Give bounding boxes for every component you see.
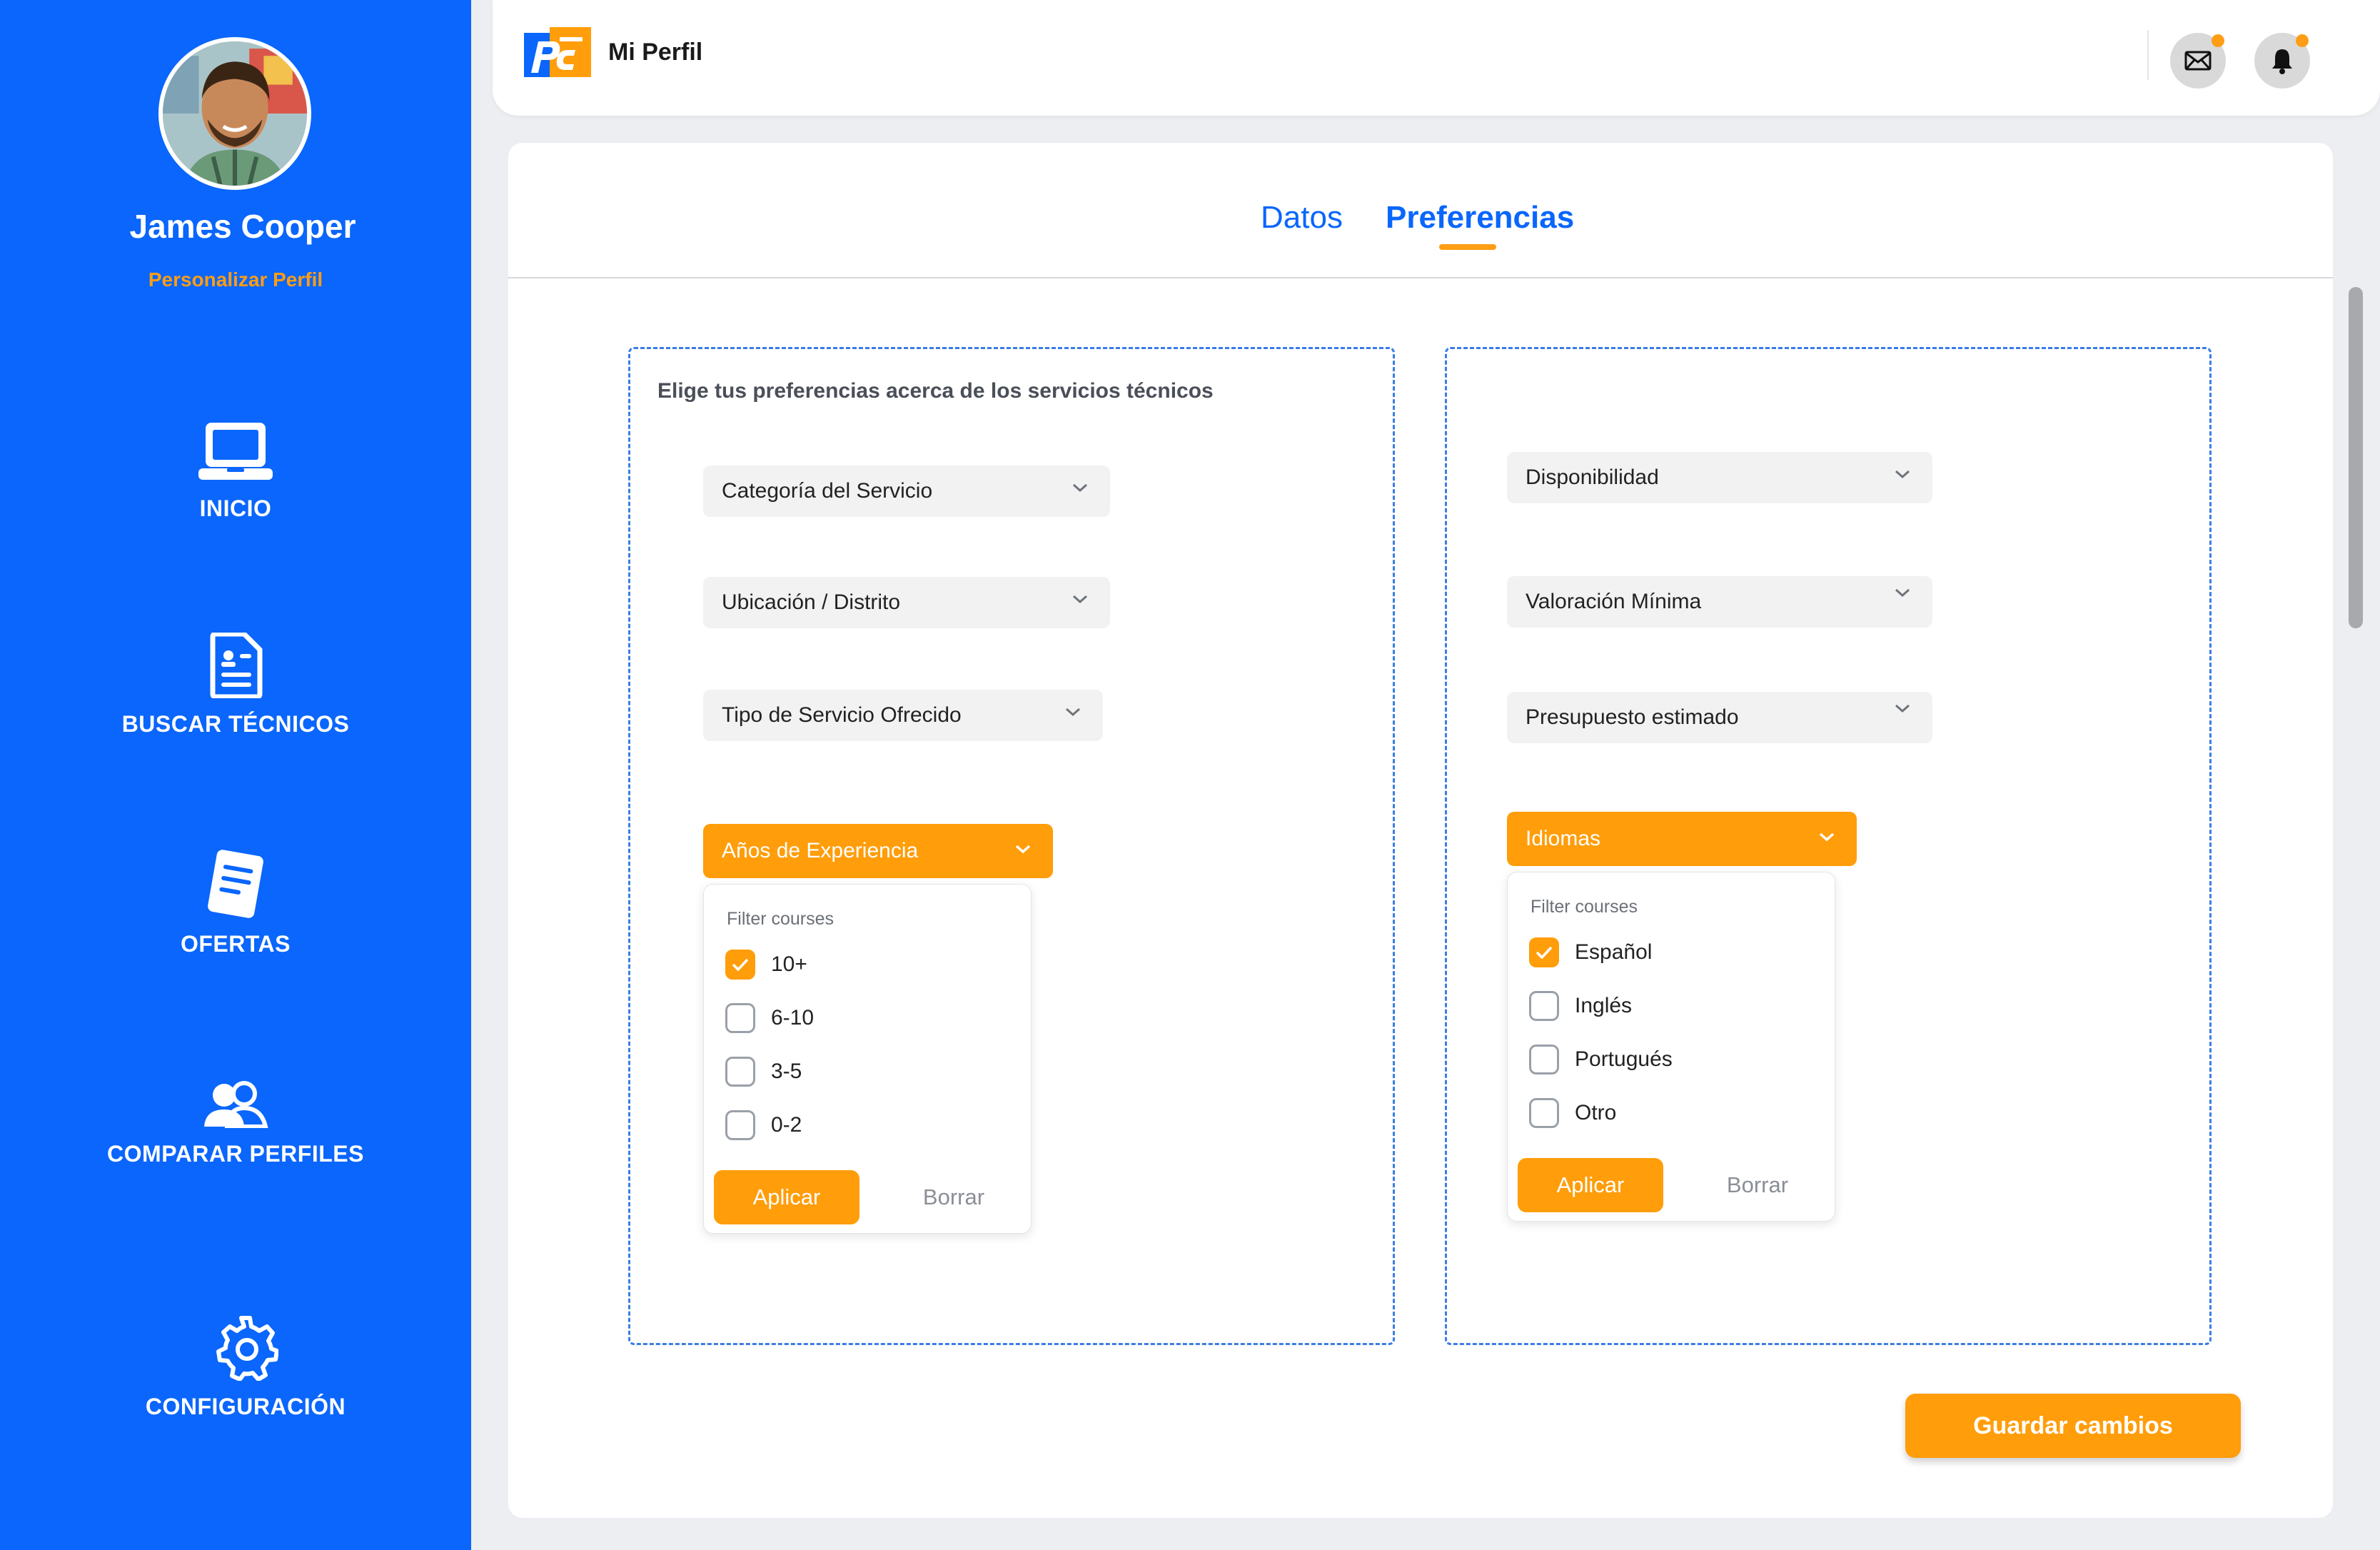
estimated-budget-select[interactable]: Presupuesto estimado [1507,692,1932,743]
tabs-divider [508,277,2333,278]
service-category-select[interactable]: Categoría del Servicio [703,465,1110,517]
app-logo[interactable] [524,27,591,80]
availability-preferences-panel: Disponibilidad Valoración Mínima Presupu… [1445,347,2212,1345]
profile-tabs: Datos Preferencias [508,200,2333,278]
chevron-down-icon [1015,845,1031,854]
nav-label-comparar-perfiles: COMPARAR PERFILES [107,1141,364,1167]
select-label: Idiomas [1526,827,1601,850]
checkbox[interactable] [725,1110,755,1140]
apply-button[interactable]: Aplicar [1518,1158,1663,1212]
user-name: James Cooper [129,208,356,245]
nav-item-inicio[interactable]: INICIO [0,421,471,522]
filter-input[interactable]: Filter courses [727,909,834,930]
preferences-card: Datos Preferencias Elige tus preferencia… [508,143,2333,1518]
checkbox[interactable] [1529,1045,1559,1075]
technical-services-preferences-panel: Elige tus preferencias acerca de los ser… [628,347,1395,1345]
experience-years-select[interactable]: Años de Experiencia [703,824,1053,878]
document-icon [210,633,263,698]
minimum-rating-select[interactable]: Valoración Mínima [1507,576,1932,628]
laptop-icon [198,423,273,480]
chevron-down-icon [1895,588,1910,598]
nav-item-ofertas[interactable]: OFERTAS [0,850,471,957]
save-changes-button[interactable]: Guardar cambios [1905,1394,2241,1458]
option-label: 6-10 [771,1006,815,1030]
avatar-image [163,41,307,186]
select-label: Categoría del Servicio [722,479,933,503]
note-icon [208,850,263,918]
header-divider [2147,30,2149,80]
service-type-select[interactable]: Tipo de Servicio Ofrecido [703,690,1103,741]
notifications-button[interactable] [2254,33,2310,89]
personalize-profile-link[interactable]: Personalizar Perfil [0,268,471,291]
check-icon [732,958,749,972]
sidebar: James Cooper Personalizar Perfil INICIO … [0,0,471,1550]
mail-icon [2184,51,2212,71]
select-label: Tipo de Servicio Ofrecido [722,703,962,727]
select-label: Disponibilidad [1526,465,1659,489]
chevron-down-icon [1895,470,1910,479]
nav-label-buscar-tecnicos: BUSCAR TÉCNICOS [121,711,350,737]
option-label: 10+ [771,952,807,976]
option-6-10[interactable]: 6-10 [725,1002,814,1034]
checkbox-checked[interactable] [1529,937,1559,967]
option-espanol[interactable]: Español [1529,937,1652,968]
chevron-down-icon [1073,595,1087,604]
filter-input[interactable]: Filter courses [1531,897,1638,917]
mail-notification-dot [2212,34,2224,47]
checkbox[interactable] [1529,1098,1559,1128]
tab-preferencias[interactable]: Preferencias [1386,200,1574,236]
mail-button[interactable] [2170,33,2226,89]
option-otro[interactable]: Otro [1529,1097,1616,1129]
experience-years-dropdown: Filter courses 10+ 6-10 3-5 0-2 Aplicar … [703,884,1032,1234]
checkbox[interactable] [725,1057,755,1087]
option-ingles[interactable]: Inglés [1529,990,1632,1022]
nav-item-configuracion[interactable]: CONFIGURACIÓN [10,1315,481,1420]
chevron-down-icon [1895,704,1910,713]
chevron-down-icon [1066,708,1080,717]
checkbox[interactable] [725,1003,755,1033]
checkbox-checked[interactable] [725,950,755,980]
panel-title: Elige tus preferencias acerca de los ser… [657,379,1214,403]
apply-button[interactable]: Aplicar [714,1170,859,1224]
avatar[interactable] [158,37,311,190]
option-3-5[interactable]: 3-5 [725,1056,802,1087]
scrollbar-thumb[interactable] [2349,287,2363,628]
gear-icon [216,1316,278,1381]
nav-label-inicio: INICIO [199,495,272,521]
option-portugues[interactable]: Portugués [1529,1044,1673,1075]
bell-icon [2272,49,2292,74]
nav-item-comparar-perfiles[interactable]: COMPARAR PERFILES [0,1081,471,1167]
chevron-down-icon [1819,832,1835,842]
option-label: Español [1575,940,1653,964]
select-label: Años de Experiencia [722,839,919,862]
active-tab-indicator [1439,244,1496,250]
clear-button[interactable]: Borrar [882,1170,1025,1224]
nav-label-configuracion: CONFIGURACIÓN [145,1394,346,1419]
checkbox[interactable] [1529,991,1559,1021]
select-label: Presupuesto estimado [1526,705,1739,729]
page-title: Mi Perfil [608,39,703,66]
top-header: Mi Perfil [493,0,2380,116]
option-label: Otro [1575,1101,1617,1124]
select-label: Valoración Mínima [1526,590,1702,613]
languages-dropdown: Filter courses Español Inglés Portugués … [1507,872,1835,1222]
select-label: Ubicación / Distrito [722,590,901,614]
notification-dot [2296,34,2309,47]
check-icon [1536,946,1553,960]
nav-label-ofertas: OFERTAS [180,931,291,957]
availability-select[interactable]: Disponibilidad [1507,452,1932,503]
clear-button[interactable]: Borrar [1686,1158,1829,1212]
languages-select[interactable]: Idiomas [1507,812,1857,866]
nav-item-buscar-tecnicos[interactable]: BUSCAR TÉCNICOS [0,633,471,738]
tab-datos[interactable]: Datos [1261,200,1343,236]
chevron-down-icon [1073,483,1087,493]
users-icon [204,1081,268,1128]
option-label: Portugués [1575,1047,1673,1071]
option-0-2[interactable]: 0-2 [725,1109,802,1141]
option-label: 3-5 [771,1060,802,1083]
option-label: Inglés [1575,994,1633,1017]
option-label: 0-2 [771,1113,802,1137]
option-10-plus[interactable]: 10+ [725,949,807,980]
location-district-select[interactable]: Ubicación / Distrito [703,577,1110,628]
